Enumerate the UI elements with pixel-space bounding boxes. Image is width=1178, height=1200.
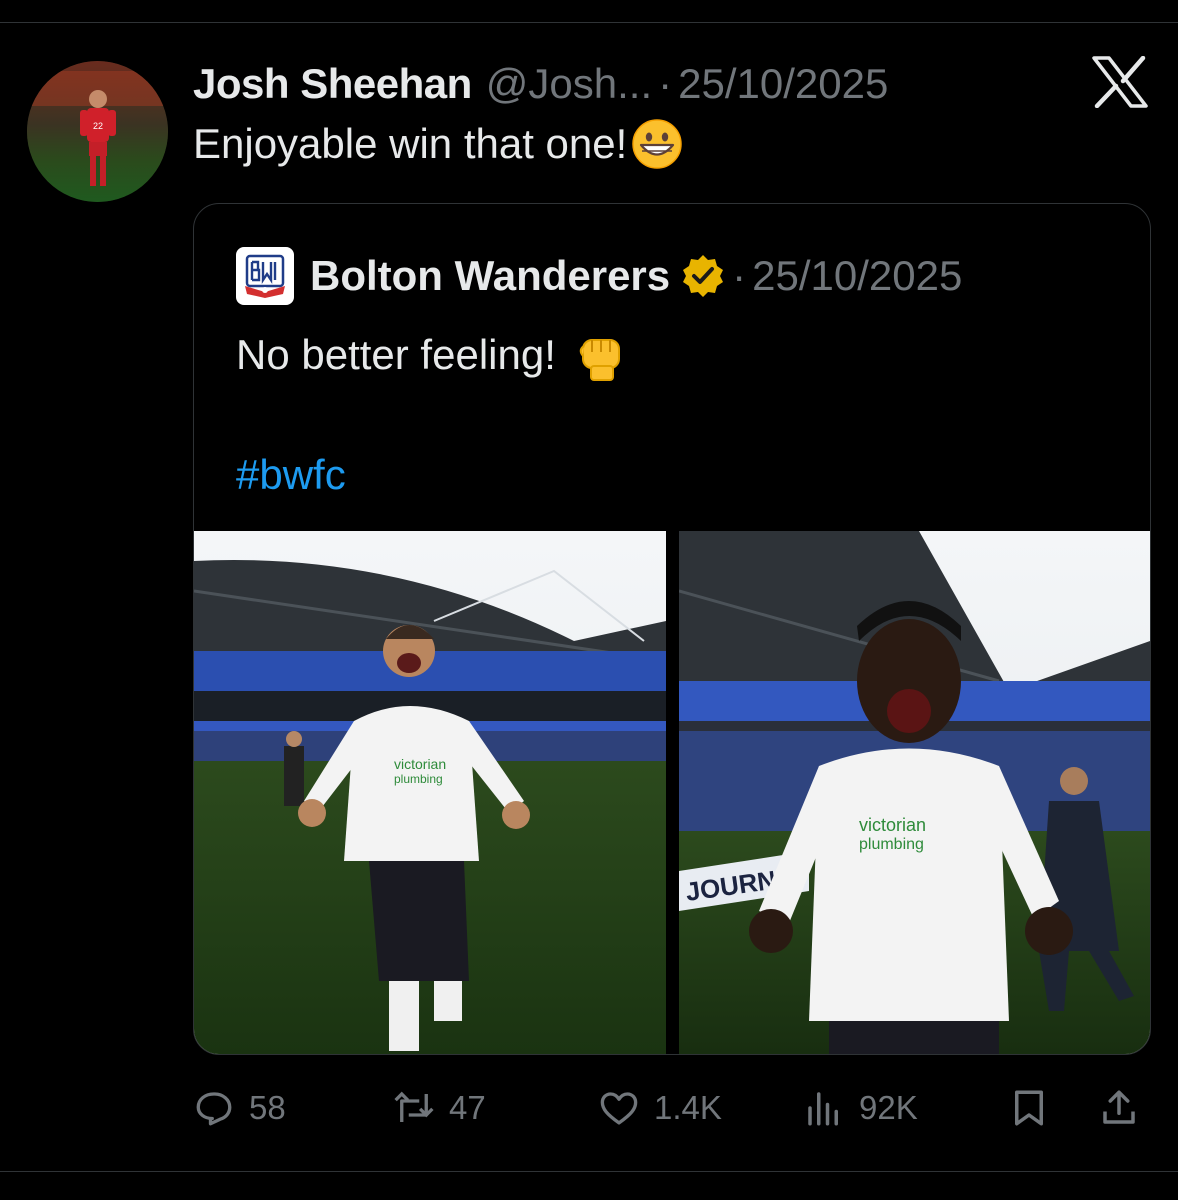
post-date[interactable]: 25/10/2025: [678, 60, 888, 108]
raised-fist-emoji: [579, 339, 620, 381]
like-icon: [600, 1092, 638, 1125]
bookmark-icon: [1015, 1090, 1043, 1126]
repost-button[interactable]: 47: [393, 1080, 486, 1136]
hashtag-link[interactable]: #bwfc: [236, 451, 346, 499]
repost-icon: [394, 1091, 434, 1122]
bottom-divider: [0, 1171, 1178, 1172]
author-avatar[interactable]: 22: [27, 61, 168, 202]
quoted-post-text: No better feeling!: [236, 328, 628, 382]
share-icon: [1103, 1090, 1135, 1124]
post-actions-bar: 58 47 1.4K 92K: [193, 1080, 1153, 1136]
like-count: 1.4K: [654, 1089, 722, 1126]
reply-button[interactable]: 58: [193, 1080, 286, 1136]
svg-text:plumbing: plumbing: [859, 836, 924, 853]
post-text-content: Enjoyable win that one!: [193, 120, 628, 167]
quoted-post-image-2[interactable]: JOURNEY victorian plumbing: [679, 531, 1150, 1054]
quoted-post-date[interactable]: 25/10/2025: [752, 252, 962, 300]
quoted-separator-dot: ·: [732, 252, 747, 299]
top-divider: [0, 22, 1178, 23]
svg-text:plumbing: plumbing: [394, 772, 443, 786]
svg-text:victorian: victorian: [394, 756, 446, 772]
grinning-face-emoji: [632, 119, 683, 169]
svg-text:victorian: victorian: [859, 815, 926, 835]
share-button[interactable]: [1098, 1080, 1154, 1136]
reply-count: 58: [249, 1089, 286, 1126]
reply-icon: [196, 1092, 232, 1126]
like-button[interactable]: 1.4K: [598, 1080, 722, 1136]
gold-verified-badge-icon[interactable]: [680, 253, 726, 299]
repost-count: 47: [449, 1089, 486, 1126]
quoted-post-text-content: No better feeling!: [236, 331, 556, 378]
quoted-post-card[interactable]: Bolton Wanderers · 25/10/2025 No better …: [193, 203, 1151, 1055]
bookmark-button[interactable]: [1008, 1080, 1064, 1136]
quoted-author-name[interactable]: Bolton Wanderers: [310, 252, 670, 300]
author-name[interactable]: Josh Sheehan: [193, 60, 472, 108]
svg-text:22: 22: [93, 121, 103, 131]
quoted-post-image-1[interactable]: victorian plumbing: [194, 531, 666, 1054]
bolton-crest-icon[interactable]: [236, 247, 294, 305]
views-button[interactable]: 92K: [803, 1080, 918, 1136]
post-header: Josh Sheehan @Josh... · 25/10/2025: [193, 56, 888, 112]
author-handle[interactable]: @Josh...: [486, 60, 652, 108]
separator-dot: ·: [658, 60, 673, 107]
quoted-post-header: Bolton Wanderers · 25/10/2025: [236, 247, 962, 305]
post-text: Enjoyable win that one!: [193, 118, 683, 170]
x-logo-icon[interactable]: [1092, 55, 1148, 109]
views-icon: [808, 1092, 838, 1126]
views-count: 92K: [859, 1089, 918, 1126]
